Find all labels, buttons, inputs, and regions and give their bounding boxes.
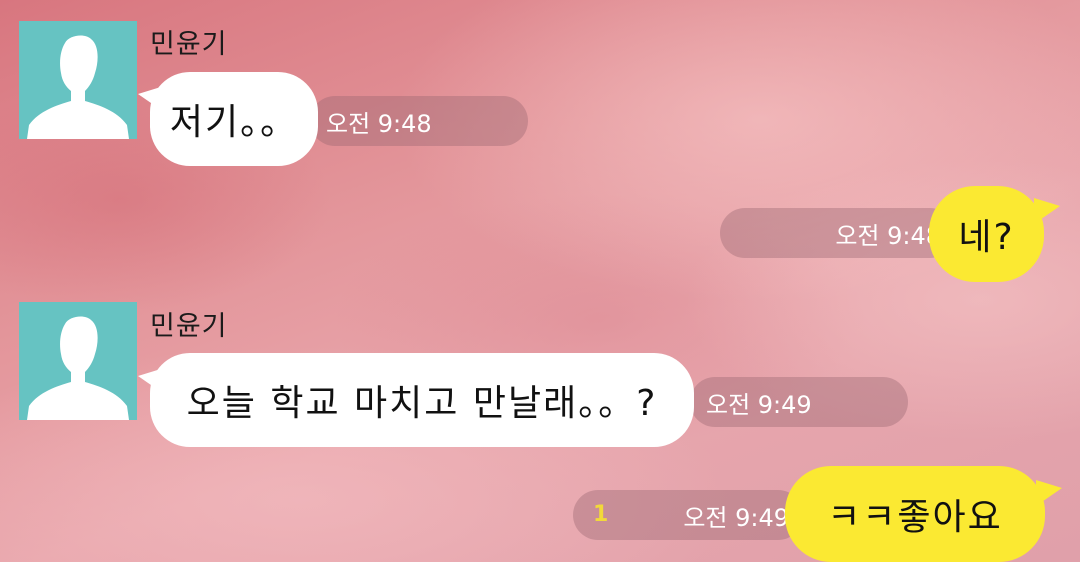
message-timestamp: 오전 9:49 [690,377,908,427]
sender-name: 민윤기 [150,311,228,342]
avatar[interactable] [19,21,137,139]
message-bubble[interactable]: 저기。。 [150,72,318,166]
message-bubble[interactable]: 오늘 학교 마치고 만날래。。? [150,353,694,447]
message-bubble[interactable]: 네? [929,186,1044,282]
avatar[interactable] [19,302,137,420]
default-profile-person-icon [27,35,129,139]
message-timestamp: 오전 9:48 [310,96,528,146]
default-profile-person-icon [27,316,129,420]
unread-count: 1 [593,502,609,527]
sender-name: 민윤기 [150,29,228,60]
message-timestamp: 오전 9:48 [720,208,955,258]
message-bubble[interactable]: ㅋㅋ좋아요 [785,466,1045,562]
